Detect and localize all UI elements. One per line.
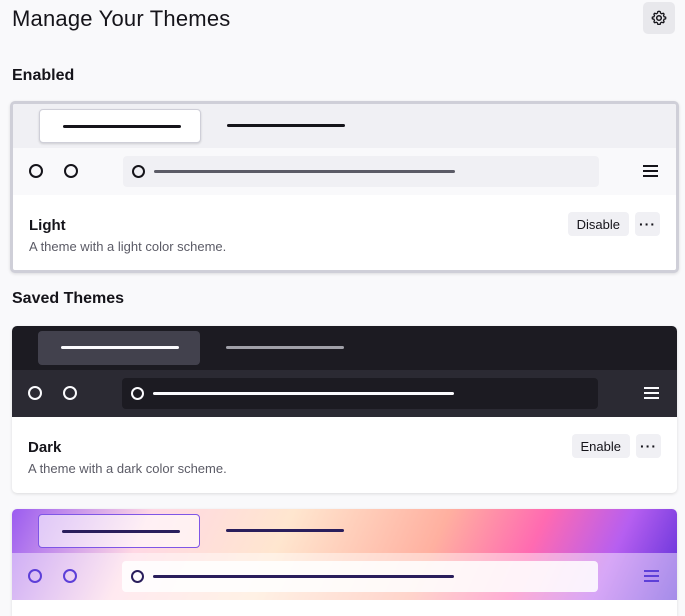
enable-button[interactable]: Enable [571, 434, 630, 458]
theme-card-alpenglow[interactable] [12, 509, 677, 616]
preview-forward-icon [63, 569, 77, 583]
theme-name: Light [29, 217, 66, 234]
theme-name: Dark [28, 439, 62, 456]
preview-inactive-tab [227, 124, 345, 127]
preview-inactive-tab [226, 346, 344, 349]
preview-menu-icon [643, 165, 658, 177]
preview-active-tab [39, 109, 201, 143]
theme-preview-dark [12, 326, 677, 417]
section-heading-saved: Saved Themes [12, 290, 125, 307]
theme-preview-light [13, 104, 676, 195]
theme-description: A theme with a dark color scheme. [28, 461, 227, 476]
preview-urlbar [122, 378, 598, 409]
theme-description: A theme with a light color scheme. [29, 239, 227, 254]
section-heading-enabled: Enabled [12, 67, 75, 84]
preview-back-icon [28, 569, 42, 583]
gear-icon [651, 10, 667, 26]
preview-active-tab [38, 514, 200, 548]
theme-card-light[interactable]: Light A theme with a light color scheme.… [10, 101, 679, 273]
more-options-button[interactable]: ··· [635, 212, 660, 236]
settings-button[interactable] [643, 2, 675, 34]
page-title: Manage Your Themes [12, 6, 231, 31]
theme-card-dark[interactable]: Dark A theme with a dark color scheme. E… [12, 326, 677, 493]
preview-forward-icon [64, 164, 78, 178]
preview-forward-icon [63, 386, 77, 400]
theme-preview-alpenglow [12, 509, 677, 600]
preview-back-icon [28, 386, 42, 400]
preview-back-icon [29, 164, 43, 178]
preview-menu-icon [644, 570, 659, 582]
preview-menu-icon [644, 387, 659, 399]
preview-urlbar [123, 156, 599, 187]
disable-button[interactable]: Disable [567, 212, 629, 236]
more-options-button[interactable]: ··· [636, 434, 661, 458]
preview-inactive-tab [226, 529, 344, 532]
preview-active-tab [38, 331, 200, 365]
preview-urlbar [122, 561, 598, 592]
